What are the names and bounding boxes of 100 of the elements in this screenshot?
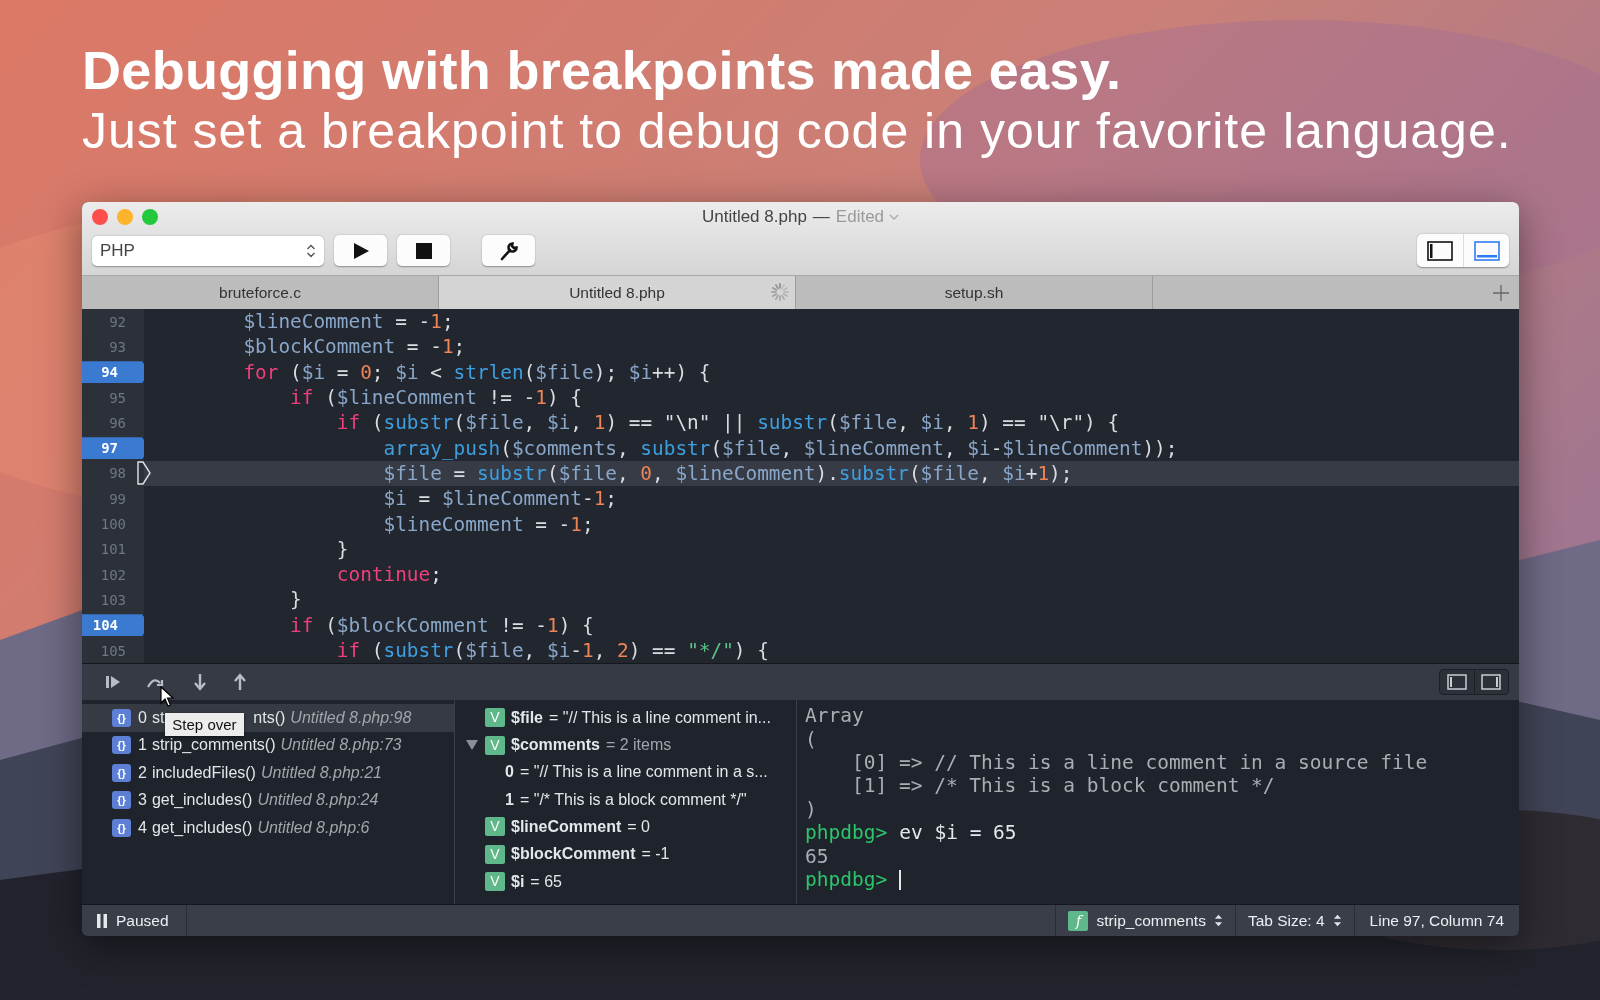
frame-index: 3 [138,791,147,810]
frame-function: strip_comments() [151,736,276,755]
variable-value: = 2 items [605,736,672,755]
variable-badge: V [485,708,505,728]
frame-location: Untitled 8.php:6 [257,818,370,837]
variable-value: = "// This is a line comment in a s... [519,763,768,782]
variable-name: $i [511,872,525,891]
variable-badge: V [485,735,505,755]
code-line: $blockComment = -1; [242,334,466,360]
function-selector[interactable]: f strip_comments [1055,905,1235,937]
line-number[interactable]: 104 [82,614,144,637]
console-panel[interactable]: Array ( [0] => // This is a line comment in a source file [1] => /* This is a block comment */ ) phpdbg> ev $i = 65 65 phpdbg> [797,700,1519,905]
window-title: Untitled 8.php [701,207,807,227]
frame-function: nts() [253,708,286,727]
debugger-state: Paused [116,911,169,930]
code-line: for ($i = 0; $i < strlen($file); $i++) { [242,359,711,385]
language-select[interactable]: PHP [92,235,324,266]
code-line: continue; [335,562,442,588]
variable-name: $blockComment [511,845,636,864]
console-output: ( [805,727,817,751]
stack-frame[interactable]: {} 2 includedFiles() Untitled 8.php:21 [82,759,454,787]
code-line: if (substr($file, $i-1, 2) == "*/") { [335,638,769,663]
play-icon [351,241,370,260]
current-line-icon [137,461,151,486]
frame-location: Untitled 8.php:73 [280,736,402,755]
variable-name: 1 [505,790,514,809]
code-line: if ($lineComment != -1) { [289,385,582,411]
code-line: if ($blockComment != -1) { [289,612,594,638]
function-badge: {} [112,763,131,782]
console-output: 65 [805,844,829,868]
right-pane-icon [1481,674,1501,691]
disclosure-triangle-icon[interactable] [466,740,478,751]
function-badge: {} [112,791,131,810]
close-button[interactable] [92,209,108,225]
frame-index: 1 [138,736,147,755]
frame-location: Untitled 8.php:21 [260,763,382,782]
edited-status[interactable]: Edited [835,207,885,227]
up-down-icon [1213,913,1223,929]
stop-button[interactable] [397,235,450,266]
code-line: array_push($comments, substr($file, $lineComment, $i-$lineComment)); [382,435,1178,461]
console-command: ev $i = 65 [899,821,1017,845]
variable-name: 0 [505,763,514,782]
tab-size-selector[interactable]: Tab Size: 4 [1234,905,1354,937]
frame-index: 0 [138,708,147,727]
code-line: } [335,536,349,562]
file-tab[interactable]: Untitled 8.php [439,276,796,309]
variable-value: = -1 [641,845,670,864]
left-pane-icon [1447,674,1467,691]
console-output: ) [805,797,817,822]
frame-function: get_includes() [151,818,253,837]
stop-icon [415,242,432,259]
console-output: [1] => /* This is a block comment */ [850,774,1275,798]
arrow-down-icon [192,673,208,692]
variable-value: = "// This is a line comment in... [549,708,771,727]
frame-location: Untitled 8.php:24 [257,791,379,810]
function-badge: {} [112,736,131,755]
code-line: $file = substr($file, 0, $lineComment).substr($file, $i+1); [382,460,1073,486]
stack-frame[interactable]: {} 4 get_includes() Untitled 8.php:6 [82,814,454,842]
code-line: $lineComment = -1; [382,511,594,537]
up-down-icon [1332,913,1342,929]
frame-function: st [151,708,165,727]
code-line: } [289,587,302,613]
console-output: [0] => // This is a line comment in a source file [850,750,1428,775]
variable-badge: V [485,872,505,892]
console-prompt: phpdbg> [805,821,888,845]
frame-index: 4 [138,818,147,837]
variable-badge: V [485,844,505,864]
bottom-panel-icon [1473,240,1500,261]
frame-location: Untitled 8.php:98 [290,708,412,727]
frame-index: 2 [138,763,147,782]
code-line: if (substr($file, $i, 1) == "\n" || substr($file, $i, 1) == "\r") { [335,410,1120,436]
tooltip: Step over [165,712,244,736]
run-button[interactable] [334,235,387,266]
console-output: Array [805,704,864,728]
function-badge: {} [112,708,131,727]
mouse-pointer-icon [160,686,174,709]
variable-badge: V [485,817,505,837]
title-separator: — [812,207,830,227]
function-badge: {} [112,818,131,837]
variable-value: = 65 [530,872,562,891]
line-number[interactable]: 94 [82,361,144,384]
line-number[interactable]: 97 [82,437,144,460]
wrench-icon [498,240,519,261]
headline: Debugging with breakpoints made easy. [82,40,1123,100]
frame-function: get_includes() [151,791,253,810]
code-line: $i = $lineComment-1; [382,486,618,512]
variable-name: $lineComment [511,818,622,836]
variable-value: = "/* This is a block comment */" [519,790,747,809]
subheadline: Just set a breakpoint to debug code in your favorite language. [82,102,1513,160]
variable-name: $file [511,708,543,727]
code-line: $lineComment = -1; [242,309,454,335]
console-prompt: phpdbg> [805,867,888,892]
stack-frame[interactable]: {} 3 get_includes() Untitled 8.php:24 [82,786,454,815]
cursor-position: Line 97, Column 74 [1369,911,1504,930]
variable-value: = 0 [627,818,650,836]
sidebar-icon [1427,240,1453,261]
settings-button[interactable] [482,235,535,266]
frame-function: includedFiles() [151,763,256,782]
up-down-icon [306,242,316,259]
arrow-up-icon [232,673,248,692]
